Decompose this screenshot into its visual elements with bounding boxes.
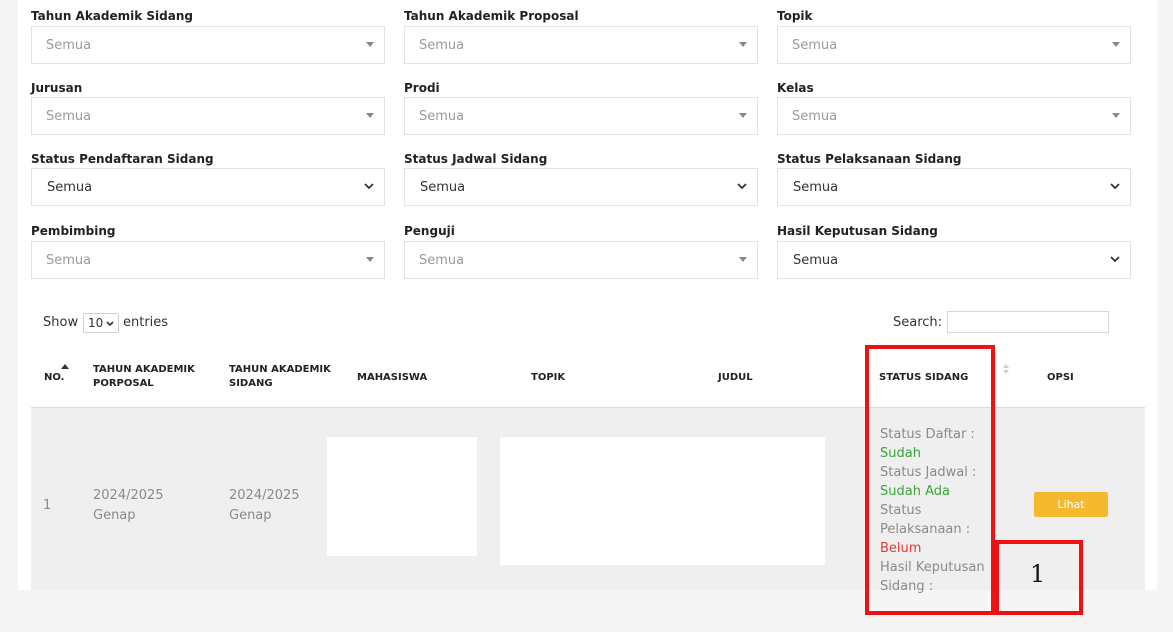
sort-ascending-icon[interactable] [61,364,69,369]
column-header-tahun-proposal-line2: PORPOSAL [93,378,154,389]
status-pelaksanaan-value: Semua [793,180,839,195]
hasil-keputusan-select[interactable]: Semua [777,241,1131,279]
caret-down-icon [1112,113,1120,118]
caret-down-icon [739,113,747,118]
chevron-down-icon [106,321,114,327]
table-search-input[interactable] [947,311,1109,333]
jurusan-value: Semua [46,109,92,124]
filter-label-status-pelaksanaan: Status Pelaksanaan Sidang [777,152,962,166]
cell-tahun-proposal-year: 2024/2025 [93,488,164,503]
column-header-tahun-sidang-line2: SIDANG [229,378,273,389]
prodi-value: Semua [419,109,465,124]
redacted-topik-judul [500,437,825,565]
status-jadwal-select[interactable]: Semua [404,168,758,206]
penguji-select[interactable]: Semua [404,241,758,279]
column-header-mahasiswa[interactable]: MAHASISWA [357,371,427,385]
pembimbing-select[interactable]: Semua [31,241,385,279]
filter-label-jurusan: Jurusan [31,81,83,95]
column-header-opsi: OPSI [1047,372,1074,383]
caret-down-icon [739,257,747,262]
cell-tahun-sidang: 2024/2025 Genap [229,486,300,526]
column-header-tahun-sidang-line1: TAHUN AKADEMIK [229,364,331,375]
hasil-keputusan-value: Semua [793,253,839,268]
filter-label-status-jadwal: Status Jadwal Sidang [404,152,548,166]
tahun-sidang-value: Semua [46,38,92,53]
column-header-tahun-proposal-line1: TAHUN AKADEMIK [93,364,195,375]
pembimbing-value: Semua [46,253,92,268]
cell-no: 1 [43,498,52,513]
cell-tahun-proposal-semester: Genap [93,508,136,523]
caret-down-icon [739,42,747,47]
kelas-select[interactable]: Semua [777,97,1131,135]
chevron-down-icon [1110,256,1120,263]
search-label: Search: [893,315,943,330]
cell-tahun-sidang-semester: Genap [229,508,272,523]
filter-label-prodi: Prodi [404,81,440,95]
filter-label-status-pendaftaran: Status Pendaftaran Sidang [31,152,214,166]
column-header-judul[interactable]: JUDUL [718,371,753,385]
kelas-value: Semua [792,109,838,124]
filter-label-pembimbing: Pembimbing [31,224,116,238]
entries-label: entries [123,315,169,330]
chevron-down-icon [737,183,747,190]
status-pendaftaran-value: Semua [47,180,93,195]
chevron-down-icon [364,183,374,190]
column-header-tahun-proposal[interactable]: TAHUN AKADEMIK PORPOSAL [93,363,195,391]
cell-tahun-proposal: 2024/2025 Genap [93,486,164,526]
tahun-proposal-select[interactable]: Semua [404,26,758,64]
highlight-box-status-sidang [865,345,995,615]
column-header-topik[interactable]: TOPIK [531,371,565,385]
filter-label-penguji: Penguji [404,224,455,238]
filter-label-kelas: Kelas [777,81,814,95]
entries-length-select[interactable]: 10 [83,313,119,333]
sort-both-icon[interactable] [1002,363,1010,375]
filter-label-tahun-sidang: Tahun Akademik Sidang [31,9,193,23]
penguji-value: Semua [419,253,465,268]
filter-label-hasil-keputusan: Hasil Keputusan Sidang [777,224,938,238]
chevron-down-icon [1110,183,1120,190]
show-label: Show [43,315,79,330]
cell-tahun-sidang-year: 2024/2025 [229,488,300,503]
column-header-no[interactable]: NO. [44,371,64,385]
filter-label-topik: Topik [777,9,813,23]
annotation-number: 1 [1030,560,1046,588]
column-header-tahun-sidang[interactable]: TAHUN AKADEMIK SIDANG [229,363,331,391]
status-pelaksanaan-select[interactable]: Semua [777,168,1131,206]
caret-down-icon [366,257,374,262]
topik-value: Semua [792,38,838,53]
prodi-select[interactable]: Semua [404,97,758,135]
redacted-mahasiswa [327,437,477,556]
jurusan-select[interactable]: Semua [31,97,385,135]
status-jadwal-value: Semua [420,180,466,195]
status-pendaftaran-select[interactable]: Semua [31,168,385,206]
caret-down-icon [1112,42,1120,47]
filter-label-tahun-proposal: Tahun Akademik Proposal [404,9,579,23]
topik-select[interactable]: Semua [777,26,1131,64]
entries-length-value: 10 [88,316,104,330]
tahun-sidang-select[interactable]: Semua [31,26,385,64]
lihat-button[interactable]: Lihat [1034,492,1108,517]
caret-down-icon [366,42,374,47]
caret-down-icon [366,113,374,118]
tahun-proposal-value: Semua [419,38,465,53]
